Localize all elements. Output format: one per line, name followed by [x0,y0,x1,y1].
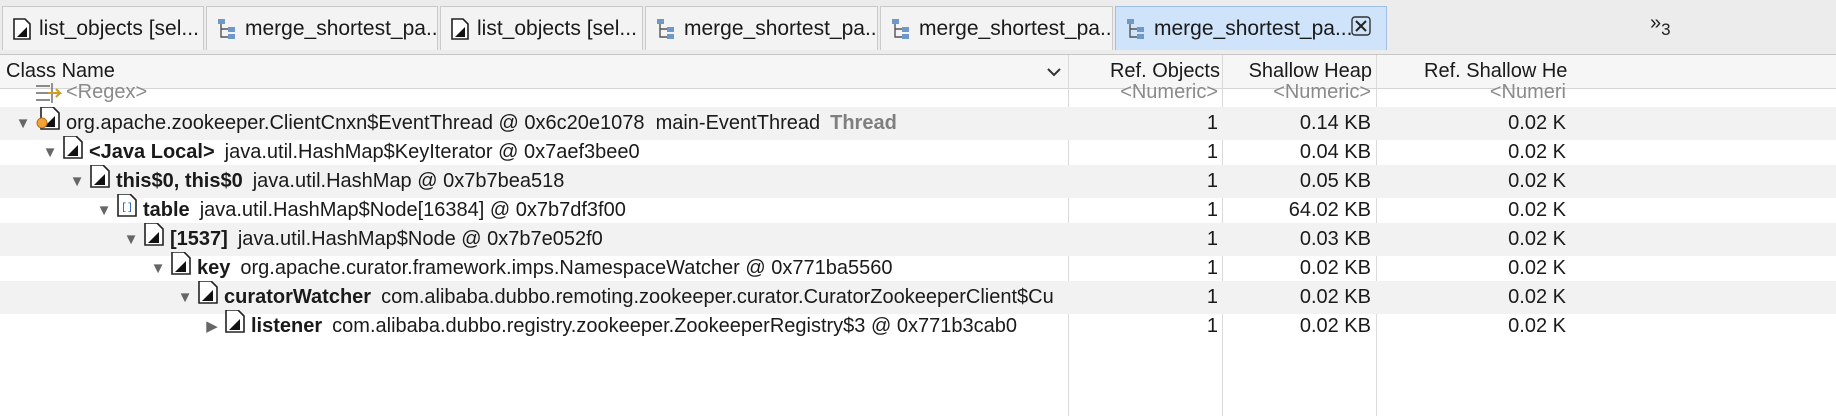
ref-objects-value: 1 [1206,315,1218,337]
tab-merge-shortest-2[interactable]: merge_shortest_pa... [645,6,878,50]
field-name: listener [251,315,323,337]
shallow-heap-filter-input[interactable]: <Numeric> [1226,76,1371,109]
tab-label: list_objects [sel... [39,16,199,40]
tab-label: merge_shortest_pa... [684,16,878,40]
tab-overflow-button[interactable]: »3 [1650,12,1671,40]
tree-icon [657,18,674,39]
filter-row: <Regex> <Numeric> <Numeric> <Numeri [0,76,1836,109]
overflow-count: 3 [1661,20,1671,39]
chevron-right-double-icon: » [1650,12,1662,34]
ref-shallow-heap-value: 0.02 K [1508,315,1566,337]
tab-list-objects-1[interactable]: list_objects [sel... [2,6,204,50]
class-instance-text: com.alibaba.dubbo.registry.zookeeper.Zoo… [332,315,1017,337]
svg-text:[]: [] [121,202,133,214]
tree-icon [892,18,909,39]
regex-filter-input[interactable]: <Regex> [66,76,147,109]
regex-filter-cell[interactable]: <Regex> [34,76,1064,109]
tab-label: merge_shortest_pa... [245,16,438,40]
tab-merge-shortest-1[interactable]: merge_shortest_pa... [206,6,438,50]
ref-objects-filter-input[interactable]: <Numeric> [1072,76,1218,109]
ref-shallow-heap-filter-input[interactable]: <Numeri [1380,76,1566,109]
shallow-heap-value: 0.02 KB [1299,315,1371,337]
filter-icon [36,82,62,103]
tab-label: list_objects [sel... [477,16,637,40]
editor-tab-strip: list_objects [sel... merge_shortest_pa..… [0,0,1836,55]
tree-icon [1127,18,1144,39]
expand-arrow-icon[interactable]: ▶ [203,310,221,343]
tab-merge-shortest-active[interactable]: merge_shortest_pa... [1115,6,1387,50]
class-name-cell: ▶ listener com.alibaba.dubbo.registry.zook… [203,310,1066,343]
tab-list-objects-2[interactable]: list_objects [sel... [440,6,643,50]
table-row[interactable]: ▶ listener com.alibaba.dubbo.registry.zook… [0,310,1836,343]
tab-label: merge_shortest_pa... [1154,16,1353,40]
document-icon [13,17,31,40]
tab-label: merge_shortest_pa... [919,16,1113,40]
document-icon [451,17,469,40]
tree-icon [218,18,235,39]
close-icon[interactable] [1350,15,1372,44]
tab-merge-shortest-3[interactable]: merge_shortest_pa... [880,6,1113,50]
object-icon [225,310,245,343]
